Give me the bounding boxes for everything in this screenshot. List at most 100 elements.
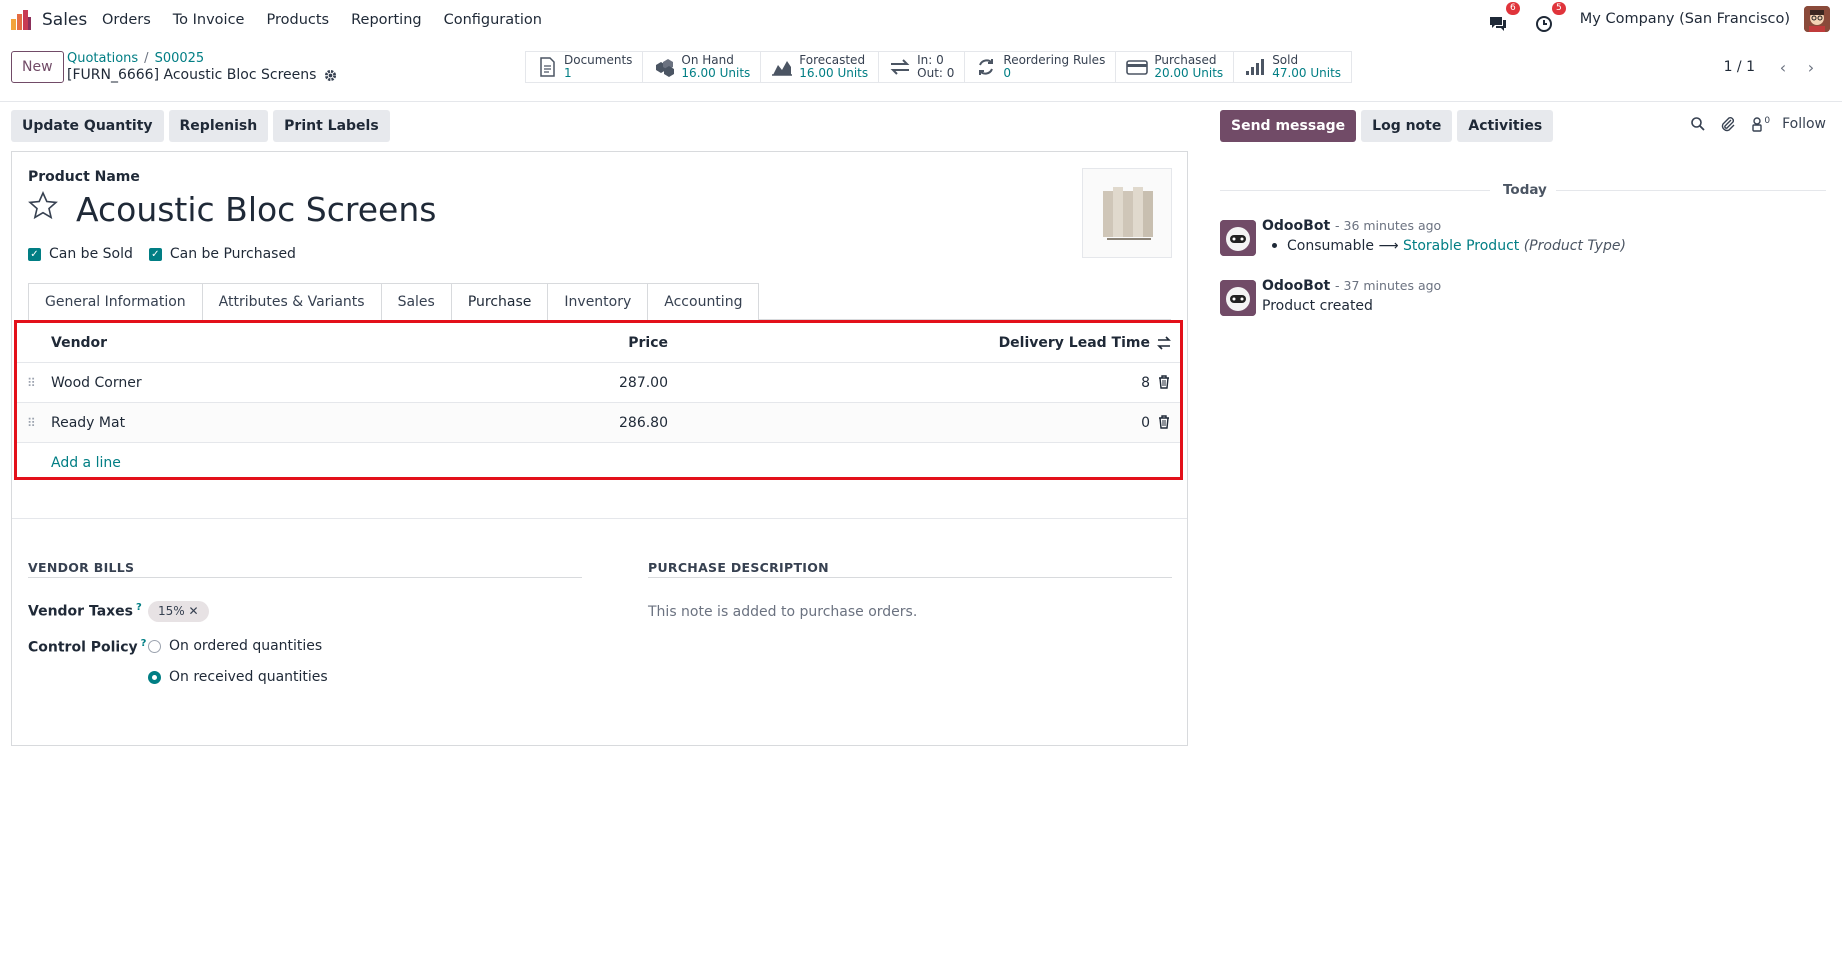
form-sheet: Product Name Acoustic Bloc Screens ✓ Can… xyxy=(11,151,1188,746)
odoobot-avatar[interactable] xyxy=(1220,220,1256,256)
tab-purchase[interactable]: Purchase xyxy=(450,283,549,321)
exchange-icon xyxy=(890,59,910,75)
send-message-button[interactable]: Send message xyxy=(1220,110,1357,142)
smart-buttons: Documents 1 On Hand 16.00 Units Forecasted… xyxy=(525,51,1353,83)
tab-accounting[interactable]: Accounting xyxy=(647,283,760,320)
in-out-smart-button[interactable]: In: 0 Out: 0 xyxy=(879,52,966,82)
purchased-smart-button[interactable]: Purchased 20.00 Units xyxy=(1116,52,1235,82)
section-divider xyxy=(12,518,1187,519)
remove-tag-icon[interactable]: ✕ xyxy=(189,604,199,618)
trash-icon[interactable] xyxy=(1158,415,1170,429)
menu-orders[interactable]: Orders xyxy=(102,12,151,28)
message-author[interactable]: OdooBot - 37 minutes ago xyxy=(1262,278,1441,294)
document-icon xyxy=(540,57,555,77)
lead-time-cell[interactable]: 0 xyxy=(1141,403,1150,443)
chevron-left-icon[interactable]: ‹ xyxy=(1769,56,1797,78)
tab-general-information[interactable]: General Information xyxy=(28,283,203,320)
tracking-new-value: Storable Product xyxy=(1402,238,1520,254)
company-switcher[interactable]: My Company (San Francisco) xyxy=(1580,11,1790,27)
print-labels-button[interactable]: Print Labels xyxy=(273,110,390,142)
vendor-bills-title: VENDOR BILLS xyxy=(28,560,135,575)
arrow-right-icon: ⟶ xyxy=(1378,238,1399,254)
navbar-systray: 6 5 My Company (San Francisco) xyxy=(1488,2,1830,32)
menu-products[interactable]: Products xyxy=(266,12,329,28)
radio-selected-icon xyxy=(148,670,161,684)
control-policy-label: Control Policy? xyxy=(28,638,146,656)
sold-smart-button[interactable]: Sold 47.00 Units xyxy=(1234,52,1351,82)
log-note-button[interactable]: Log note xyxy=(1361,110,1453,142)
drag-handle-icon[interactable]: ⠿ xyxy=(27,375,36,391)
breadcrumb-quotations[interactable]: Quotations xyxy=(67,51,138,66)
replenish-button[interactable]: Replenish xyxy=(168,110,269,142)
control-policy-ordered-radio[interactable]: On ordered quantities xyxy=(148,638,322,654)
tab-attributes-variants[interactable]: Attributes & Variants xyxy=(201,283,382,320)
odoobot-avatar[interactable] xyxy=(1220,280,1256,316)
help-tooltip-icon[interactable]: ? xyxy=(141,638,147,649)
add-line-row: Add a line xyxy=(17,443,1180,483)
vendor-cell[interactable]: Wood Corner xyxy=(51,363,142,403)
vendor-cell[interactable]: Ready Mat xyxy=(51,403,125,443)
message-author[interactable]: OdooBot - 36 minutes ago xyxy=(1262,218,1441,234)
on-hand-smart-button[interactable]: On Hand 16.00 Units xyxy=(643,52,762,82)
update-quantity-button[interactable]: Update Quantity xyxy=(11,110,164,142)
price-cell[interactable]: 286.80 xyxy=(619,403,668,443)
area-chart-icon xyxy=(772,61,793,76)
forecasted-smart-button[interactable]: Forecasted 16.00 Units xyxy=(761,52,880,82)
can-be-sold-checkbox[interactable]: ✓ Can be Sold xyxy=(28,246,133,262)
vendor-taxes-label: Vendor Taxes? xyxy=(28,602,142,620)
table-row[interactable]: ⠿ Ready Mat 286.80 0 xyxy=(17,403,1180,443)
table-row[interactable]: ⠿ Wood Corner 287.00 8 xyxy=(17,363,1180,403)
control-policy-received-radio[interactable]: On received quantities xyxy=(148,669,328,685)
add-line-link[interactable]: Add a line xyxy=(51,443,121,483)
product-image[interactable] xyxy=(1082,168,1172,258)
chevron-right-icon[interactable]: › xyxy=(1797,56,1825,78)
breadcrumb-separator: / xyxy=(144,51,149,66)
message-author-name: OdooBot xyxy=(1262,218,1331,234)
product-flags: ✓ Can be Sold ✓ Can be Purchased xyxy=(28,246,312,262)
tab-sales[interactable]: Sales xyxy=(380,283,452,320)
star-icon[interactable] xyxy=(28,191,58,221)
activities-icon[interactable]: 5 xyxy=(1534,2,1566,32)
date-separator-line xyxy=(1220,190,1490,191)
follow-button[interactable]: Follow xyxy=(1782,116,1826,132)
message-time: - 36 minutes ago xyxy=(1335,218,1442,233)
column-delivery-lead-time[interactable]: Delivery Lead Time xyxy=(999,323,1150,363)
menu-reporting[interactable]: Reporting xyxy=(351,12,422,28)
date-separator-label: Today xyxy=(1503,182,1547,198)
purchase-description-field[interactable]: This note is added to purchase orders. xyxy=(648,604,917,620)
app-name[interactable]: Sales xyxy=(42,10,87,30)
column-price[interactable]: Price xyxy=(628,323,668,363)
trash-icon[interactable] xyxy=(1158,375,1170,389)
gear-icon[interactable] xyxy=(324,69,337,82)
new-button[interactable]: New xyxy=(11,51,64,83)
pager-value[interactable]: 1 / 1 xyxy=(1724,59,1755,75)
menu-to-invoice[interactable]: To Invoice xyxy=(173,12,245,28)
lead-time-cell[interactable]: 8 xyxy=(1141,363,1150,403)
breadcrumb-order[interactable]: S00025 xyxy=(155,51,205,66)
tab-inventory[interactable]: Inventory xyxy=(547,283,649,320)
paperclip-icon[interactable] xyxy=(1720,116,1736,132)
message-body: Product created xyxy=(1262,298,1373,314)
vendor-bills-separator xyxy=(28,577,582,578)
messages-icon[interactable]: 6 xyxy=(1488,2,1520,31)
user-avatar[interactable] xyxy=(1804,6,1830,32)
followers-button[interactable]: 0 xyxy=(1750,116,1770,132)
sales-app-icon[interactable] xyxy=(10,9,32,31)
column-vendor[interactable]: Vendor xyxy=(51,323,107,363)
main-menu: Orders To Invoice Products Reporting Con… xyxy=(102,12,564,28)
activities-button[interactable]: Activities xyxy=(1457,110,1554,142)
message-body: Consumable ⟶ Storable Product (Product T… xyxy=(1262,238,1626,254)
documents-smart-button[interactable]: Documents 1 xyxy=(526,52,644,82)
price-cell[interactable]: 287.00 xyxy=(619,363,668,403)
record-title-text: [FURN_6666] Acoustic Bloc Screens xyxy=(67,67,317,83)
drag-handle-icon[interactable]: ⠿ xyxy=(27,415,36,431)
optional-columns-icon[interactable] xyxy=(1156,335,1172,351)
search-icon[interactable] xyxy=(1690,116,1706,132)
can-be-purchased-checkbox[interactable]: ✓ Can be Purchased xyxy=(148,246,296,262)
vendor-tax-tag[interactable]: 15% ✕ xyxy=(148,601,209,622)
menu-configuration[interactable]: Configuration xyxy=(444,12,542,28)
help-tooltip-icon[interactable]: ? xyxy=(136,602,142,613)
product-name-field[interactable]: Acoustic Bloc Screens xyxy=(76,190,436,229)
reordering-rules-smart-button[interactable]: Reordering Rules 0 xyxy=(965,52,1117,82)
table-header: Vendor Price Delivery Lead Time xyxy=(17,323,1180,363)
